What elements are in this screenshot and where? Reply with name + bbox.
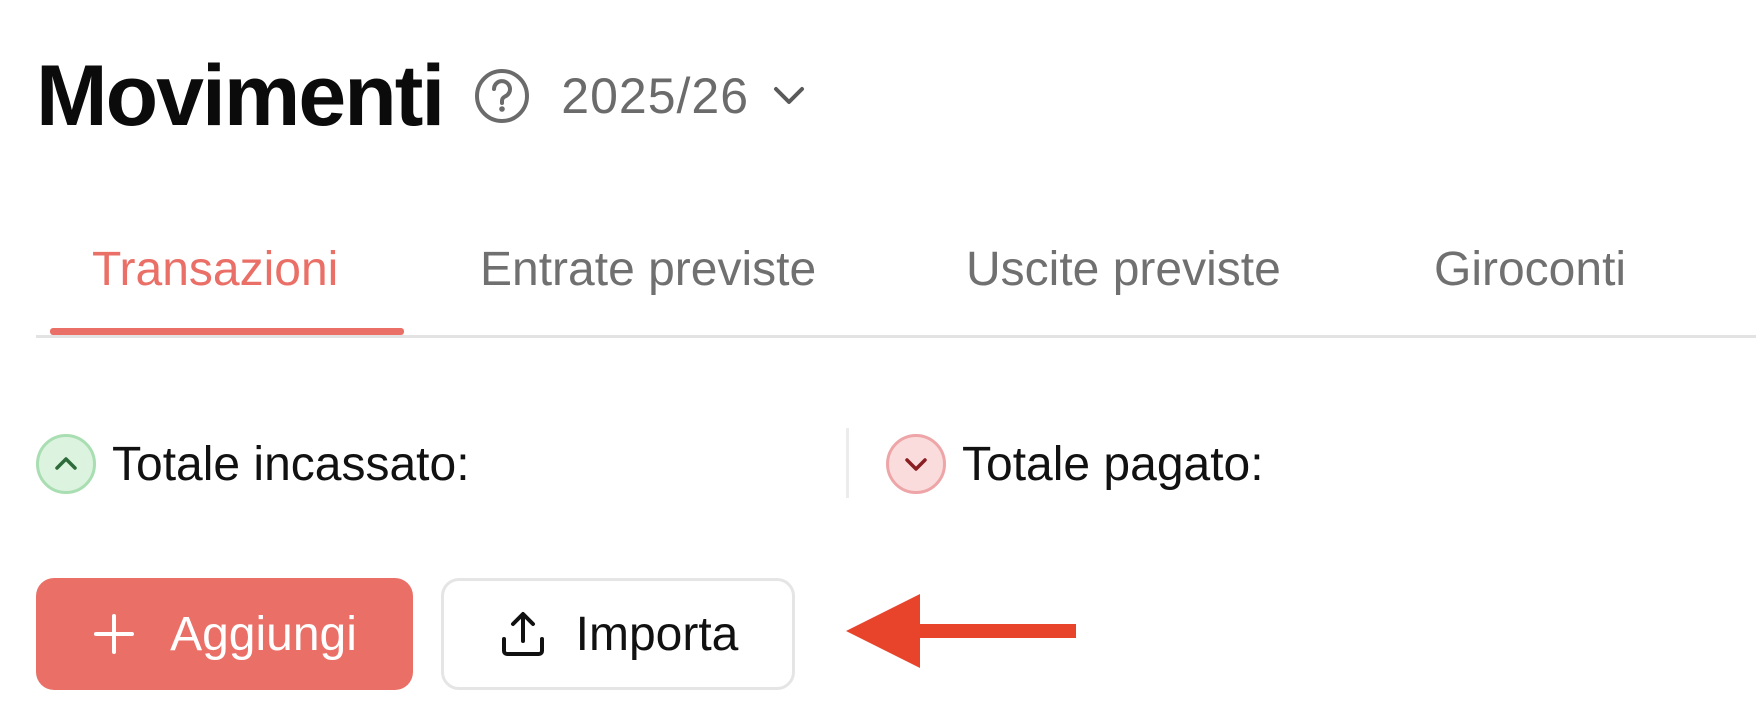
tab-bar: Transazioni Entrate previste Uscite prev… <box>36 220 1756 338</box>
page-header: Movimenti 2025/26 <box>36 46 807 146</box>
action-buttons: Aggiungi Importa <box>36 578 795 690</box>
expense-total: Totale pagato: <box>886 424 1264 504</box>
add-button-label: Aggiungi <box>170 607 357 661</box>
page-title: Movimenti <box>36 48 445 144</box>
year-selector[interactable]: 2025/26 <box>561 67 807 125</box>
year-label: 2025/26 <box>561 68 750 124</box>
expense-total-label: Totale pagato: <box>962 437 1264 491</box>
import-button-label: Importa <box>575 607 739 661</box>
totals-divider <box>846 428 849 498</box>
import-button[interactable]: Importa <box>441 578 795 690</box>
annotation-arrow <box>846 594 1076 668</box>
tab-transazioni[interactable]: Transazioni <box>92 242 338 338</box>
upload-icon <box>501 612 544 656</box>
chevron-up-icon <box>36 434 96 494</box>
tab-uscite-previste[interactable]: Uscite previste <box>966 242 1281 338</box>
income-total: Totale incassato: <box>36 424 470 504</box>
question-circle-icon[interactable] <box>473 67 531 125</box>
chevron-down-icon <box>886 434 946 494</box>
active-tab-indicator <box>50 328 404 335</box>
tab-entrate-previste[interactable]: Entrate previste <box>480 242 816 338</box>
totals-summary: Totale incassato: Totale pagato: <box>36 424 1756 504</box>
tab-giroconti[interactable]: Giroconti <box>1434 242 1626 338</box>
add-button[interactable]: Aggiungi <box>36 578 413 690</box>
plus-icon <box>94 614 135 654</box>
chevron-down-icon <box>771 78 807 114</box>
income-total-label: Totale incassato: <box>112 437 470 491</box>
